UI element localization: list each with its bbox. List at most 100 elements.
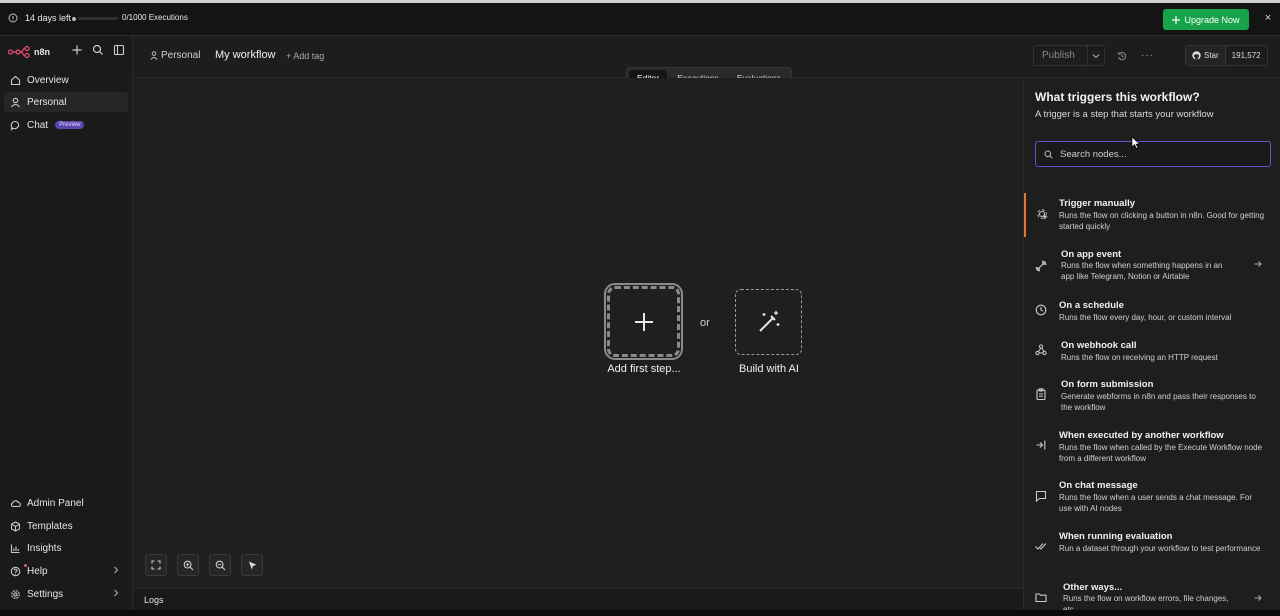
breadcrumb-project[interactable]: Personal [150,50,200,61]
upgrade-label: Upgrade Now [1184,14,1240,25]
info-icon [8,13,18,23]
trigger-option-form[interactable]: On form submission Generate webforms in … [1024,379,1280,415]
trigger-option-executed-by-workflow[interactable]: When executed by another workflow Runs t… [1024,430,1280,466]
trigger-title: Trigger manually [1059,198,1136,209]
build-with-ai-label: Build with AI [739,363,799,375]
sidebar-item-label: Personal [27,96,67,108]
trigger-option-schedule[interactable]: On a schedule Runs the flow every day, h… [1024,300,1280,326]
zoom-in-icon [183,560,194,571]
workflow-name[interactable]: My workflow [215,49,276,61]
trigger-option-webhook[interactable]: On webhook call Runs the flow on receivi… [1024,340,1280,366]
executions-progress-bar [78,17,118,20]
search-nodes-input[interactable] [1060,148,1260,160]
trigger-description: Runs the flow on workflow errors, file c… [1063,594,1229,610]
sign-in-icon [1035,439,1047,451]
chart-bar-icon [10,543,21,554]
github-icon [1192,51,1201,60]
trigger-title: When running evaluation [1059,531,1173,542]
trigger-panel: What triggers this workflow? A trigger i… [1023,78,1280,610]
sidebar-item-personal[interactable]: Personal [4,92,128,112]
zoom-out-icon [215,560,226,571]
logs-bar[interactable]: Logs [134,588,1023,610]
zoom-in-button[interactable] [177,554,199,576]
cloud-icon [10,498,21,509]
sidebar-item-label: Overview [27,74,69,86]
trigger-title: When executed by another workflow [1059,430,1224,441]
sidebar-item-insights[interactable]: Insights [4,538,128,558]
add-tag-link[interactable]: + Add tag [286,51,324,61]
sidebar-item-settings[interactable]: Settings [4,584,128,604]
brand-name: n8n [34,47,51,57]
zoom-out-button[interactable] [209,554,231,576]
close-banner-button[interactable]: × [1263,13,1273,24]
help-icon [10,566,21,577]
trigger-option-app-event[interactable]: On app event Runs the flow when somethin… [1024,248,1280,288]
build-with-ai-button[interactable] [735,289,802,355]
trigger-option-manual[interactable]: Trigger manually Runs the flow on clicki… [1024,193,1280,237]
upgrade-now-button[interactable]: Upgrade Now [1163,9,1249,30]
webhook-icon [1035,344,1047,356]
sidebar-item-label: Help [27,565,48,577]
trigger-description: Runs the flow every day, hour, or custom… [1059,313,1232,322]
box-icon [10,520,21,532]
trigger-description: Runs the flow when a user sends a chat m… [1059,493,1252,513]
trial-banner: 14 days left 0/1000 Executions Upgrade N… [0,3,1280,36]
cursor-icon [247,560,258,571]
executions-count: 0/1000 Executions [122,13,188,22]
chevron-right-icon [112,589,120,597]
sidebar-item-overview[interactable]: Overview [4,70,128,90]
separator-dot [72,17,76,21]
home-icon [10,75,21,86]
github-star-button[interactable]: Star [1186,46,1226,65]
sidebar-item-label: Templates [27,520,73,532]
search-icon [1044,150,1053,159]
app-event-icon [1035,260,1047,272]
sidebar-item-templates[interactable]: Templates [4,516,128,536]
search-nodes-field[interactable] [1035,141,1271,167]
trigger-title: On a schedule [1059,300,1124,311]
gear-icon [10,589,21,600]
trigger-description: Runs the flow when something happens in … [1061,261,1223,281]
collapse-sidebar-icon[interactable] [113,44,125,56]
fullscreen-icon [151,560,161,570]
sidebar-item-label: Admin Panel [27,497,84,509]
select-tool-button[interactable] [241,554,263,576]
trigger-title: On chat message [1059,480,1138,491]
trigger-option-other-ways[interactable]: Other ways... Runs the flow on workflow … [1024,581,1280,610]
add-icon[interactable] [71,44,83,56]
sidebar: n8n Overview Personal Chat Preview Admin… [0,36,133,616]
search-icon[interactable] [92,44,104,56]
brand-logo[interactable]: n8n [8,42,50,62]
trigger-title: On app event [1061,249,1122,260]
add-first-step-button[interactable] [604,283,683,360]
or-separator: or [700,317,710,329]
sidebar-item-label: Insights [27,542,62,554]
panel-subtitle: A trigger is a step that starts your wor… [1035,109,1214,120]
add-first-step-label: Add first step... [607,363,681,375]
project-name: Personal [161,50,201,61]
more-options-icon[interactable]: ··· [1141,50,1154,61]
sidebar-item-admin-panel[interactable]: Admin Panel [4,493,128,513]
arrow-right-icon [1254,260,1262,268]
sidebar-item-label: Settings [27,588,64,600]
trigger-option-chat-message[interactable]: On chat message Runs the flow when a use… [1024,480,1280,516]
trigger-description: Runs the flow on receiving an HTTP reque… [1061,353,1218,362]
publish-button[interactable]: Publish [1034,50,1087,61]
trigger-option-evaluation[interactable]: When running evaluation Run a dataset th… [1024,531,1280,567]
n8n-logo-icon [8,46,30,58]
history-icon[interactable] [1117,51,1127,61]
sidebar-item-chat[interactable]: Chat Preview [4,115,128,135]
workflow-canvas[interactable]: Add first step... or Build with AI [134,78,1023,588]
fit-view-button[interactable] [145,554,167,576]
folder-icon [1035,591,1047,603]
sidebar-item-help[interactable]: Help [4,561,128,581]
trigger-description: Run a dataset through your workflow to t… [1059,544,1261,553]
notification-dot [24,564,27,567]
clipboard-icon [1035,388,1047,400]
publish-options-button[interactable] [1086,46,1104,65]
chat-icon [1035,490,1047,502]
sidebar-item-label: Chat [27,119,49,131]
github-star-widget[interactable]: Star 191,572 [1185,45,1268,66]
github-star-count: 191,572 [1231,51,1261,60]
mouse-cursor [1131,136,1140,149]
